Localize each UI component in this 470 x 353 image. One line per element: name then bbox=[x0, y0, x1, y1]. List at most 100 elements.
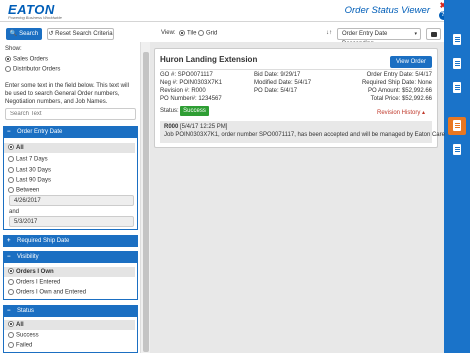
date-to-field[interactable]: 5/3/2017 bbox=[9, 216, 134, 227]
option-label: Orders I Own bbox=[16, 269, 54, 275]
sidebar-scrollbar[interactable] bbox=[140, 42, 150, 353]
rail-button-2[interactable] bbox=[448, 55, 466, 73]
search-button-label: Search bbox=[19, 31, 39, 37]
radio-unchecked bbox=[8, 332, 14, 338]
card-divider bbox=[160, 69, 432, 70]
view-grid-radio[interactable]: Grid bbox=[198, 30, 217, 37]
search-instructions: Enter some text in the field below. This… bbox=[5, 83, 129, 105]
right-nav-rail bbox=[444, 0, 470, 353]
view-order-button[interactable]: View Order bbox=[390, 56, 432, 68]
document-icon bbox=[453, 34, 461, 45]
order-entry-all[interactable]: All bbox=[4, 143, 135, 153]
radio-unchecked bbox=[8, 156, 14, 162]
radio-unchecked bbox=[8, 289, 14, 295]
print-button[interactable] bbox=[426, 28, 441, 40]
radio-checked bbox=[179, 30, 185, 36]
order-entry-between[interactable]: Between bbox=[8, 187, 39, 194]
document-icon bbox=[453, 144, 461, 155]
bid-date: Bid Date: 9/29/17 bbox=[254, 72, 301, 78]
section-visibility[interactable]: − Visibility bbox=[3, 251, 138, 263]
order-entry-last90[interactable]: Last 90 Days bbox=[8, 177, 51, 184]
section-status[interactable]: − Status bbox=[3, 305, 138, 317]
option-label: Last 90 Days bbox=[16, 177, 52, 184]
minus-icon: − bbox=[7, 308, 11, 314]
order-entry-last30[interactable]: Last 30 Days bbox=[8, 167, 51, 174]
section-title: Visibility bbox=[17, 254, 39, 260]
option-label: Failed bbox=[16, 342, 33, 349]
option-label: Last 30 Days bbox=[16, 167, 52, 174]
modified-date: Modified Date: 5/4/17 bbox=[254, 80, 312, 86]
section-title: Order Entry Date bbox=[17, 129, 63, 135]
required-ship-date: Required Ship Date: None bbox=[361, 80, 432, 86]
document-icon bbox=[453, 58, 461, 69]
print-icon bbox=[431, 32, 437, 37]
and-label: and bbox=[9, 209, 20, 215]
log-revision: R000 bbox=[164, 124, 179, 130]
option-label: Distributor Orders bbox=[13, 66, 61, 73]
sort-dropdown[interactable]: Order Entry Date Descending▾ bbox=[337, 28, 421, 47]
minus-icon: − bbox=[7, 129, 11, 135]
total-price: Total Price: $52,992.66 bbox=[370, 96, 432, 102]
option-label: Sales Orders bbox=[13, 56, 49, 63]
document-search-icon bbox=[453, 120, 461, 131]
radio-checked bbox=[8, 321, 14, 328]
option-label: Success bbox=[16, 332, 39, 339]
go-number: GO #: SPO0071117 bbox=[160, 72, 213, 78]
visibility-orders-i-own[interactable]: Orders I Own bbox=[4, 267, 135, 277]
view-grid-label: Grid bbox=[206, 30, 218, 37]
visibility-orders-i-entered[interactable]: Orders I Entered bbox=[8, 279, 60, 286]
status-badge: Success bbox=[180, 106, 209, 116]
status-label: Status: bbox=[160, 108, 179, 114]
radio-unchecked bbox=[8, 177, 14, 183]
view-label: View: bbox=[161, 30, 176, 36]
section-order-entry-date[interactable]: − Order Entry Date bbox=[3, 126, 138, 138]
neg-number: Neg #: POIN0303X7K1 bbox=[160, 80, 223, 86]
status-failed[interactable]: Failed bbox=[8, 342, 32, 349]
plus-icon: + bbox=[7, 238, 11, 244]
chevron-down-icon: ▾ bbox=[414, 31, 417, 37]
search-text-input[interactable] bbox=[5, 108, 136, 120]
radio-unchecked bbox=[198, 30, 204, 36]
show-label: Show: bbox=[5, 46, 22, 52]
rail-button-1[interactable] bbox=[448, 31, 466, 49]
section-title: Required Ship Date bbox=[17, 238, 70, 244]
status-all[interactable]: All bbox=[4, 320, 135, 330]
rail-button-order-status[interactable] bbox=[448, 117, 466, 135]
option-label: All bbox=[16, 322, 24, 328]
scroll-thumb[interactable] bbox=[143, 52, 149, 352]
order-entry-date: Order Entry Date: 5/4/17 bbox=[366, 72, 432, 78]
status-success[interactable]: Success bbox=[8, 332, 39, 339]
radio-unchecked bbox=[5, 66, 11, 72]
show-distributor-orders[interactable]: Distributor Orders bbox=[5, 66, 60, 73]
reset-search-button[interactable]: ↺ Reset Search Criteria bbox=[47, 28, 114, 40]
option-label: Between bbox=[16, 187, 40, 194]
log-timestamp: [5/4/17 12:25 PM] bbox=[180, 124, 228, 130]
rail-button-5[interactable] bbox=[448, 141, 466, 159]
visibility-own-and-entered[interactable]: Orders I Own and Entered bbox=[8, 289, 86, 296]
order-title: Huron Landing Extension bbox=[160, 55, 258, 64]
reset-button-label: Reset Search Criteria bbox=[55, 31, 113, 37]
show-sales-orders[interactable]: Sales Orders bbox=[5, 56, 48, 63]
radio-unchecked bbox=[8, 167, 14, 173]
option-label: Last 7 Days bbox=[16, 156, 48, 163]
date-from-field[interactable]: 4/26/2017 bbox=[9, 195, 134, 206]
rail-button-3[interactable] bbox=[448, 79, 466, 97]
radio-checked bbox=[8, 144, 14, 151]
radio-unchecked bbox=[8, 342, 14, 348]
radio-unchecked bbox=[8, 279, 14, 285]
minus-icon: − bbox=[7, 254, 11, 260]
radio-checked bbox=[8, 268, 14, 275]
view-tile-radio[interactable]: Tile bbox=[179, 30, 196, 37]
sort-icon[interactable]: ↓↑ bbox=[326, 30, 332, 36]
option-label: All bbox=[16, 145, 24, 151]
revision-history-toggle[interactable]: Revision History ▴ bbox=[377, 109, 425, 116]
search-button[interactable]: 🔍 Search bbox=[6, 28, 42, 40]
radio-checked bbox=[5, 56, 11, 62]
order-entry-last7[interactable]: Last 7 Days bbox=[8, 156, 48, 163]
app-header: EATON Powering Business Worldwide Order … bbox=[0, 0, 444, 22]
section-required-ship-date[interactable]: + Required Ship Date bbox=[3, 235, 138, 247]
po-date: PO Date: 5/4/17 bbox=[254, 88, 298, 94]
section-title: Status bbox=[17, 308, 35, 314]
radio-unchecked bbox=[8, 187, 14, 193]
po-amount: PO Amount: $52,992.66 bbox=[367, 88, 432, 94]
